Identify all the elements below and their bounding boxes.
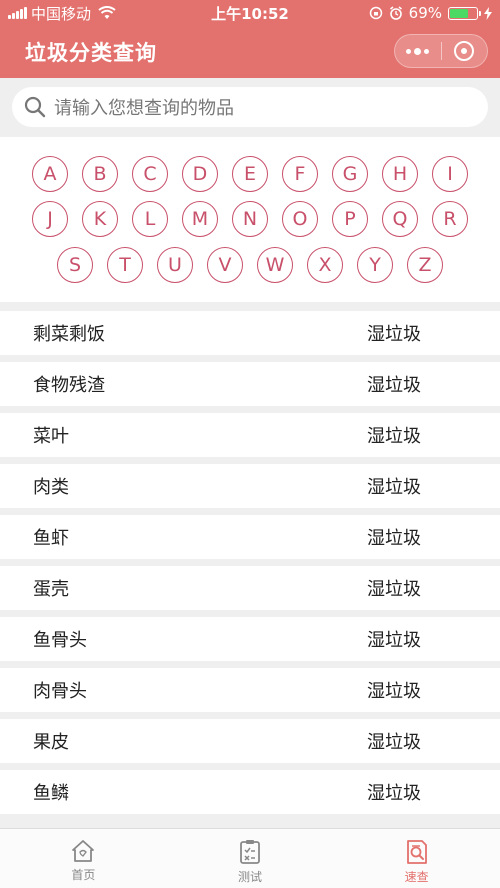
letter-button[interactable]: B — [82, 156, 118, 192]
letter-button[interactable]: T — [107, 247, 143, 283]
battery-percent: 69% — [408, 4, 442, 22]
item-name: 鱼鳞 — [33, 783, 69, 804]
item-category: 湿垃圾 — [367, 324, 421, 345]
letter-button[interactable]: L — [132, 201, 168, 237]
tab-test[interactable]: 测试 — [167, 829, 334, 888]
tab-label: 速查 — [404, 870, 429, 884]
tab-quick-search[interactable]: 速查 — [333, 829, 500, 888]
list-item[interactable]: 鱼鳞 湿垃圾 — [0, 770, 500, 814]
close-circle-icon[interactable] — [442, 40, 488, 62]
carrier-label: 中国移动 — [31, 4, 92, 23]
tab-label: 首页 — [71, 868, 96, 882]
result-list: 剩菜剩饭 湿垃圾 食物残渣 湿垃圾 菜叶 湿垃圾 肉类 湿垃圾 鱼虾 湿垃圾 蛋… — [0, 311, 500, 821]
status-right: 69% — [322, 4, 492, 22]
item-name: 鱼骨头 — [33, 630, 87, 651]
letter-button[interactable]: R — [432, 201, 468, 237]
letter-button[interactable]: Z — [407, 247, 443, 283]
letter-button[interactable]: V — [207, 247, 243, 283]
item-category: 湿垃圾 — [367, 375, 421, 396]
list-item[interactable]: 剩菜剩饭 湿垃圾 — [0, 311, 500, 355]
list-item[interactable]: 食物残渣 湿垃圾 — [0, 362, 500, 406]
capsule-menu — [394, 34, 488, 68]
alarm-icon — [389, 6, 402, 20]
search-document-icon — [406, 840, 427, 864]
letter-button[interactable]: Y — [357, 247, 393, 283]
tab-bar: 首页 测试 速查 — [0, 828, 500, 888]
item-name: 蛋壳 — [33, 579, 69, 600]
item-category: 湿垃圾 — [367, 783, 421, 804]
item-name: 食物残渣 — [33, 375, 105, 396]
charging-icon — [484, 6, 492, 20]
letter-button[interactable]: W — [257, 247, 293, 283]
more-dots-icon[interactable] — [395, 47, 441, 55]
letter-button[interactable]: A — [32, 156, 68, 192]
item-category: 湿垃圾 — [367, 630, 421, 651]
status-left: 中国移动 — [8, 3, 178, 24]
battery-icon — [448, 6, 481, 20]
list-item[interactable]: 鱼骨头 湿垃圾 — [0, 617, 500, 661]
item-name: 剩菜剩饭 — [33, 324, 105, 345]
search-area: 请输入您想查询的物品 — [0, 78, 500, 136]
letter-button[interactable]: S — [57, 247, 93, 283]
list-item[interactable]: 果皮 湿垃圾 — [0, 719, 500, 763]
nav-bar: 垃圾分类查询 — [0, 26, 500, 78]
letter-button[interactable]: K — [82, 201, 118, 237]
letter-row-1: A B C D E F G H I — [0, 156, 500, 194]
letter-row-3: S T U V W X Y Z — [0, 247, 500, 285]
list-item[interactable]: 肉骨头 湿垃圾 — [0, 668, 500, 712]
letter-button[interactable]: G — [332, 156, 368, 192]
signal-icon — [8, 7, 27, 19]
search-placeholder: 请输入您想查询的物品 — [54, 98, 234, 119]
letter-button[interactable]: D — [182, 156, 218, 192]
item-name: 菜叶 — [33, 426, 69, 447]
battery-level — [450, 8, 468, 18]
rotation-lock-icon — [369, 6, 382, 20]
search-input[interactable]: 请输入您想查询的物品 — [12, 87, 488, 127]
status-bar: 中国移动 上午10:52 69% — [0, 0, 500, 26]
letter-button[interactable]: X — [307, 247, 343, 283]
item-category: 湿垃圾 — [367, 732, 421, 753]
list-item[interactable]: 菜叶 湿垃圾 — [0, 413, 500, 457]
item-name: 鱼虾 — [33, 528, 69, 549]
home-icon — [72, 840, 95, 862]
letter-button[interactable]: J — [32, 201, 68, 237]
item-category: 湿垃圾 — [367, 579, 421, 600]
item-name: 肉骨头 — [33, 681, 87, 702]
letter-button[interactable]: Q — [382, 201, 418, 237]
letter-button[interactable]: H — [382, 156, 418, 192]
page-title: 垃圾分类查询 — [25, 41, 157, 65]
letter-button[interactable]: M — [182, 201, 218, 237]
letter-button[interactable]: E — [232, 156, 268, 192]
clipboard-check-icon — [240, 840, 260, 864]
letter-button[interactable]: U — [157, 247, 193, 283]
tab-label: 测试 — [238, 870, 263, 884]
item-name: 果皮 — [33, 732, 69, 753]
letter-button[interactable]: C — [132, 156, 168, 192]
tab-home[interactable]: 首页 — [0, 829, 167, 888]
item-category: 湿垃圾 — [367, 477, 421, 498]
status-time: 上午10:52 — [211, 4, 289, 23]
letter-button[interactable]: F — [282, 156, 318, 192]
letter-index: A B C D E F G H I J K L M N O P Q R S T … — [0, 137, 500, 302]
letter-button[interactable]: O — [282, 201, 318, 237]
list-item[interactable]: 肉类 湿垃圾 — [0, 464, 500, 508]
item-category: 湿垃圾 — [367, 681, 421, 702]
search-icon — [24, 96, 46, 118]
letter-button[interactable]: I — [432, 156, 468, 192]
item-category: 湿垃圾 — [367, 528, 421, 549]
wifi-icon — [98, 6, 116, 19]
letter-button[interactable]: N — [232, 201, 268, 237]
letter-button[interactable]: P — [332, 201, 368, 237]
item-name: 肉类 — [33, 477, 69, 498]
letter-row-2: J K L M N O P Q R — [0, 201, 500, 239]
list-item[interactable]: 鱼虾 湿垃圾 — [0, 515, 500, 559]
list-item[interactable]: 蛋壳 湿垃圾 — [0, 566, 500, 610]
item-category: 湿垃圾 — [367, 426, 421, 447]
